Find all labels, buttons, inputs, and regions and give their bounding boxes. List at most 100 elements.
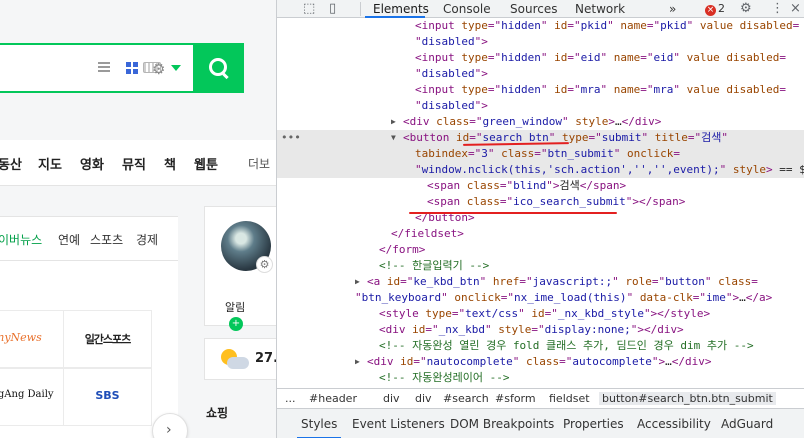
next-page-button[interactable]: › xyxy=(152,413,188,438)
breadcrumb-item[interactable]: div xyxy=(383,392,400,405)
dom-node-line[interactable]: ▶ <div id="nautocomplete" class="autocomp… xyxy=(277,354,804,370)
close-icon[interactable]: × xyxy=(790,1,801,16)
error-icon: × xyxy=(705,5,716,16)
breadcrumb-item[interactable]: div xyxy=(415,392,432,405)
menu-item-realestate[interactable]: 동산 xyxy=(0,154,22,173)
news-tab-cybernews[interactable]: 이버뉴스 xyxy=(0,231,42,248)
devtools-toolbar: ⬚ ▯ Elements Console Sources Network » ×… xyxy=(277,0,804,18)
tab-dom-breakpoints[interactable]: DOM Breakpoints xyxy=(450,417,554,431)
weather-widget[interactable]: 27.8 xyxy=(204,338,276,380)
press-logo: ongAng Daily xyxy=(0,389,54,400)
news-tab-sports[interactable]: 스포츠 xyxy=(90,231,123,248)
shopping-heading: 쇼핑 xyxy=(206,406,229,420)
tab-adguard[interactable]: AdGuard xyxy=(721,417,773,431)
dom-node-text: <input type="hidden" id="mra" name="mra"… xyxy=(415,83,786,96)
press-cell[interactable]: SBS xyxy=(64,368,152,426)
breadcrumb-item[interactable]: ... xyxy=(285,392,296,405)
dom-node-text: <div id="_nx_kbd" style="display:none;">… xyxy=(379,323,684,336)
naver-page: 동산 지도 영화 뮤직 책 웹툰 더보 이버뉴스 연예 스포츠 경제 ⚙ nyN… xyxy=(0,0,276,438)
dom-node-line[interactable]: ▶ <a id="ke_kbd_btn" href="javascript:;" … xyxy=(277,274,804,290)
tab-network[interactable]: Network xyxy=(575,2,625,16)
dom-node-text: "disabled"> xyxy=(415,99,488,112)
expand-triangle-icon[interactable]: ▶ xyxy=(355,354,360,370)
dom-node-line[interactable]: "window.nclick(this,'sch.action','','',e… xyxy=(277,162,804,178)
press-cell[interactable]: ongAng Daily xyxy=(0,368,64,426)
dom-node-text: <input type="hidden" id="eid" name="eid"… xyxy=(415,51,786,64)
tab-event-listeners[interactable]: Event Listeners xyxy=(352,417,445,431)
dom-node-line[interactable]: "btn_keyboard" onclick="nx_ime_load(this… xyxy=(277,290,804,306)
alarm-badge: + xyxy=(229,317,243,331)
menu-item-map[interactable]: 지도 xyxy=(38,154,62,173)
search-icon xyxy=(209,58,227,76)
tab-elements[interactable]: Elements xyxy=(373,2,429,16)
tab-sources[interactable]: Sources xyxy=(510,2,557,16)
dom-node-text: <style type="text/css" id="_nx_kbd_style… xyxy=(379,307,711,320)
dom-node-text: <span class="blind">검색</span> xyxy=(427,179,627,192)
dom-node-line[interactable]: <span class="blind">검색</span> xyxy=(277,178,804,194)
dom-node-line[interactable]: <style type="text/css" id="_nx_kbd_style… xyxy=(277,306,804,322)
press-cell[interactable]: nyNews xyxy=(0,310,64,368)
autocomplete-toggle-icon[interactable] xyxy=(171,65,181,71)
press-cell[interactable]: 일간스포츠 xyxy=(64,310,152,368)
breadcrumb-item[interactable]: #header xyxy=(309,392,357,405)
menu-item-webtoon[interactable]: 웹툰 xyxy=(194,154,218,173)
dom-node-line[interactable]: </form> xyxy=(277,242,804,258)
dom-node-line[interactable]: "disabled"> xyxy=(277,34,804,50)
grid-view-icon[interactable] xyxy=(126,62,138,74)
tab-styles[interactable]: Styles xyxy=(301,417,337,431)
tab-properties[interactable]: Properties xyxy=(563,417,624,431)
dom-node-text: <div class="green_window" style>…</div> xyxy=(403,115,662,128)
inspect-element-icon[interactable]: ⬚ xyxy=(303,1,315,16)
dom-node-text: <span class="ico_search_submit"></span> xyxy=(427,195,686,208)
gear-icon[interactable]: ⚙ xyxy=(152,60,165,78)
node-actions-icon[interactable]: ••• xyxy=(281,130,301,146)
dom-node-line[interactable]: <div id="_nx_kbd" style="display:none;">… xyxy=(277,322,804,338)
tab-console[interactable]: Console xyxy=(443,2,491,16)
menu-more[interactable]: 더보 xyxy=(248,155,270,172)
dom-node-line[interactable]: "disabled"> xyxy=(277,98,804,114)
breadcrumb-item[interactable]: #sform xyxy=(495,392,536,405)
expand-triangle-icon[interactable]: ▶ xyxy=(391,114,396,130)
breadcrumb-item[interactable]: fieldset xyxy=(549,392,590,405)
error-badge[interactable]: × 2 xyxy=(705,2,725,16)
press-logo: 일간스포츠 xyxy=(84,333,132,346)
dom-node-line[interactable]: ▶ <div class="green_window" style>…</div> xyxy=(277,114,804,130)
dom-node-line[interactable]: <!-- 자동완성레이어 --> xyxy=(277,370,804,386)
press-logo: nyNews xyxy=(0,331,42,344)
dom-node-line[interactable]: <!-- 자동완성 열린 경우 fold 클래스 추가, 딤드인 경우 dim … xyxy=(277,338,804,354)
dom-node-line[interactable]: <!-- 한글입력기 --> xyxy=(277,258,804,274)
press-logo: SBS xyxy=(95,389,120,402)
breadcrumb-item[interactable]: #search xyxy=(443,392,489,405)
dom-tree[interactable]: <input type="hidden" id="pkid" name="pki… xyxy=(277,18,804,386)
dom-node-text: <div id="nautocomplete" class="autocompl… xyxy=(367,355,712,368)
expand-triangle-icon[interactable]: ▶ xyxy=(355,274,360,290)
search-button[interactable] xyxy=(193,43,244,93)
alarm-label[interactable]: 알림 xyxy=(225,299,245,315)
dom-node-line[interactable]: <input type="hidden" id="pkid" name="pki… xyxy=(277,18,804,34)
menu-item-movie[interactable]: 영화 xyxy=(80,154,104,173)
settings-gear-icon[interactable]: ⚙ xyxy=(740,1,752,16)
dom-node-text: <!-- 자동완성 열린 경우 fold 클래스 추가, 딤드인 경우 dim … xyxy=(379,339,754,352)
tab-accessibility[interactable]: Accessibility xyxy=(637,417,711,431)
dom-node-line[interactable]: <input type="hidden" id="mra" name="mra"… xyxy=(277,82,804,98)
collapse-triangle-icon[interactable]: ▼ xyxy=(391,130,396,146)
dom-node-line[interactable]: <input type="hidden" id="eid" name="eid"… xyxy=(277,50,804,66)
more-tabs-icon[interactable]: » xyxy=(669,2,676,16)
list-view-icon[interactable] xyxy=(98,62,110,73)
more-options-icon[interactable]: ⋮ xyxy=(771,1,784,16)
news-tab-entertainment[interactable]: 연예 xyxy=(58,231,80,248)
menu-item-book[interactable]: 책 xyxy=(164,154,176,173)
device-toolbar-icon[interactable]: ▯ xyxy=(329,1,336,16)
dom-node-line[interactable]: "disabled"> xyxy=(277,66,804,82)
dom-node-line[interactable]: tabindex="3" class="btn_submit" onclick= xyxy=(277,146,804,162)
dom-node-text: <input type="hidden" id="pkid" name="pki… xyxy=(415,19,800,32)
sidebar-tabs: Styles Event Listeners DOM Breakpoints P… xyxy=(277,408,804,438)
news-tab-economy[interactable]: 경제 xyxy=(136,231,158,248)
settings-gear-icon[interactable]: ⚙ xyxy=(256,256,273,273)
dom-node-line[interactable]: </fieldset> xyxy=(277,226,804,242)
dom-node-line[interactable]: <span class="ico_search_submit"></span> xyxy=(277,194,804,210)
menu-item-music[interactable]: 뮤직 xyxy=(122,154,146,173)
breadcrumb-item-selected[interactable]: button#search_btn.btn_submit xyxy=(599,392,776,405)
dom-node-text: </fieldset> xyxy=(391,227,464,240)
press-grid: nyNews 일간스포츠 ongAng Daily SBS xyxy=(0,310,178,438)
